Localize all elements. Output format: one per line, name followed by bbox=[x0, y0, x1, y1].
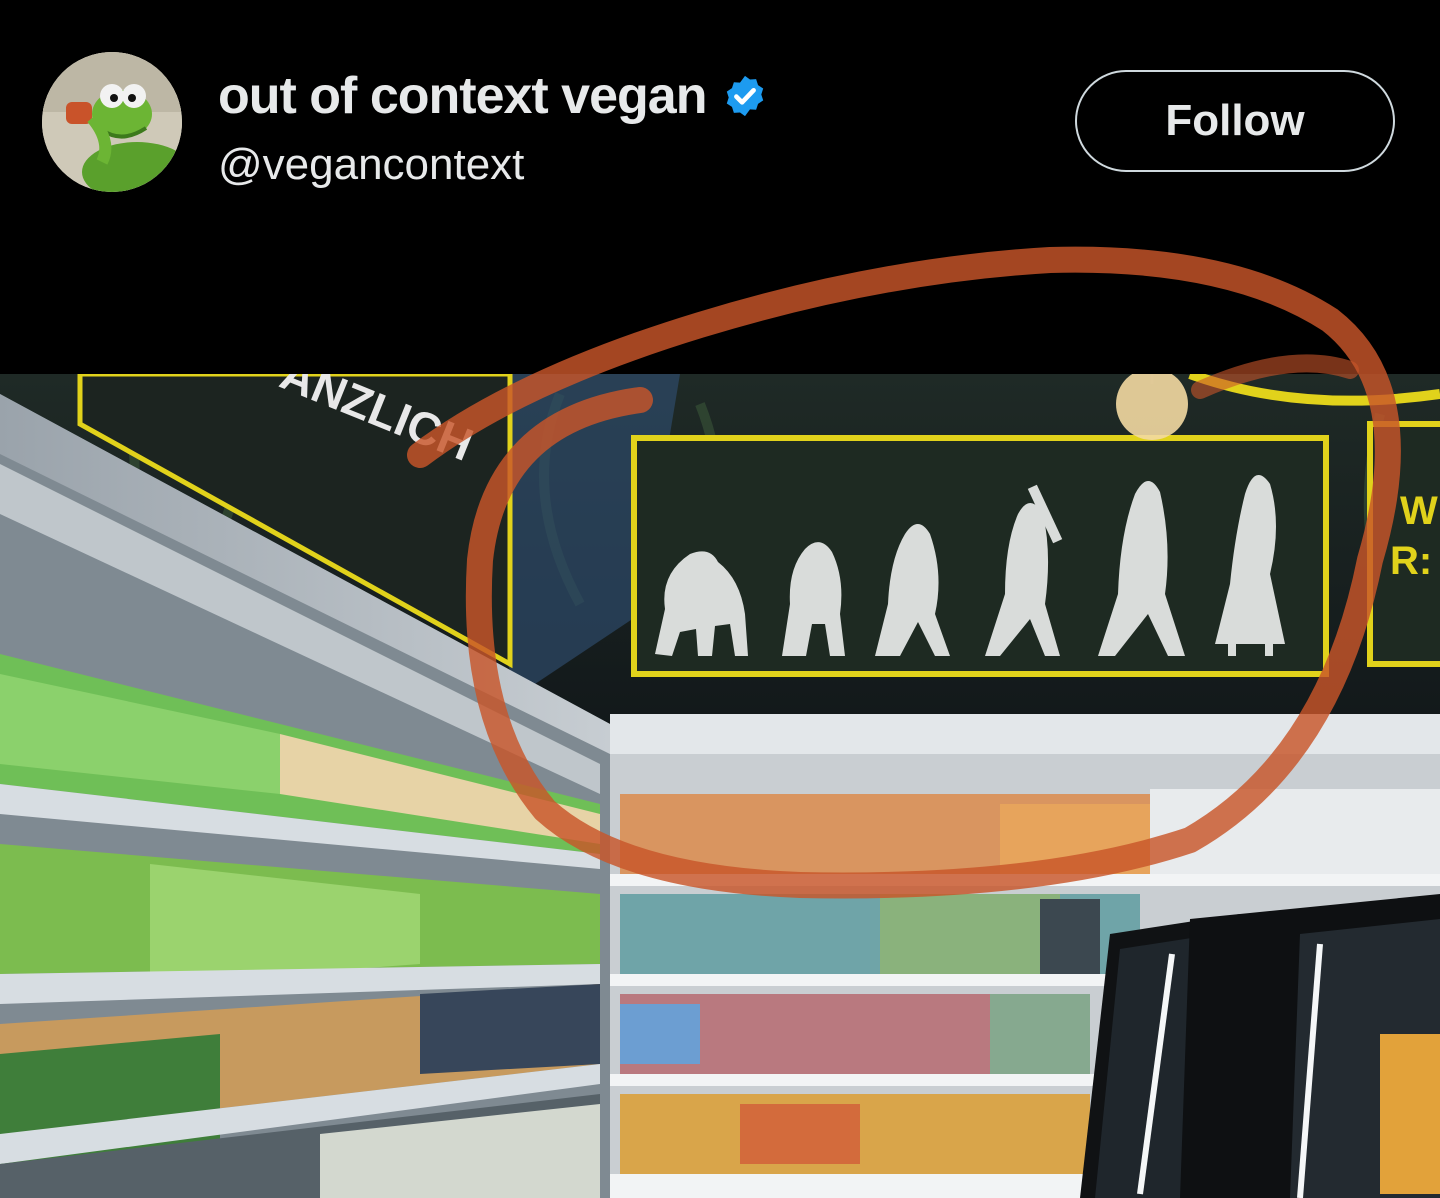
right-sign-text-1: W bbox=[1400, 489, 1438, 533]
tweet-header: out of context vegan @vegancontext Follo… bbox=[0, 0, 1440, 374]
tweet-photo[interactable]: ANZLICH W R: bbox=[0, 374, 1440, 1198]
author-display-name[interactable]: out of context vegan bbox=[218, 66, 707, 126]
right-sign-text-2: R: bbox=[1390, 539, 1432, 583]
fridge-doors bbox=[1080, 894, 1440, 1198]
supermarket-photo: ANZLICH W R: bbox=[0, 374, 1440, 1198]
follow-button[interactable]: Follow bbox=[1075, 70, 1395, 172]
author-handle[interactable]: @vegancontext bbox=[218, 138, 524, 192]
avatar[interactable] bbox=[42, 52, 182, 192]
verified-badge-icon bbox=[727, 75, 764, 117]
kermit-avatar-icon bbox=[42, 52, 182, 192]
author-name-row[interactable]: out of context vegan bbox=[218, 66, 768, 126]
